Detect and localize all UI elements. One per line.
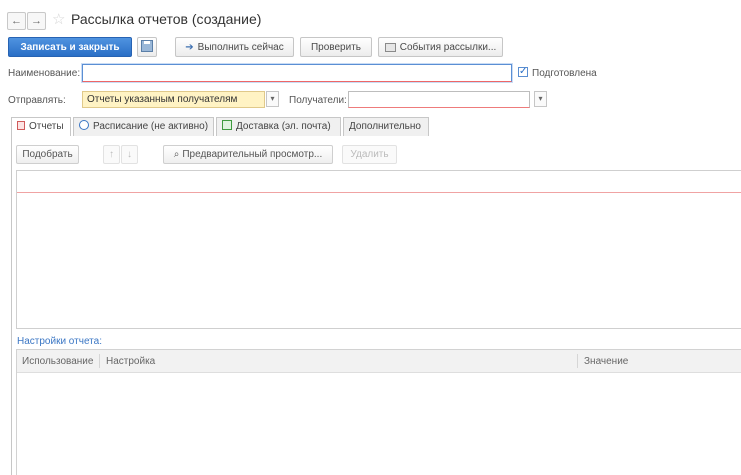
chevron-down-icon: ▾ bbox=[538, 94, 543, 103]
recipients-label: Получатели: bbox=[289, 95, 347, 106]
mailing-events-label: События рассылки... bbox=[399, 42, 497, 53]
run-now-label: Выполнить сейчас bbox=[197, 42, 284, 53]
tab-schedule[interactable]: Расписание (не активно) bbox=[73, 117, 214, 136]
delivery-icon bbox=[222, 120, 232, 131]
check-button[interactable]: Проверить bbox=[300, 37, 372, 57]
page-title: Рассылка отчетов (создание) bbox=[71, 11, 262, 27]
name-label: Наименование: bbox=[8, 68, 81, 79]
clock-icon bbox=[79, 120, 89, 131]
column-header-usage[interactable]: Использование bbox=[22, 356, 93, 367]
arrow-up-icon: ↑ bbox=[109, 149, 114, 160]
back-button[interactable]: ← bbox=[7, 12, 26, 30]
send-mode-select[interactable]: Отчеты указанным получателям bbox=[82, 91, 265, 108]
table-header: Использование Настройка Значение bbox=[17, 350, 741, 373]
tab-additional[interactable]: Дополнительно bbox=[343, 117, 429, 136]
save-button[interactable] bbox=[137, 37, 157, 57]
chevron-down-icon: ▾ bbox=[270, 94, 275, 103]
arrow-right-icon: → bbox=[31, 15, 42, 27]
pick-button[interactable]: Подобрать bbox=[16, 145, 79, 164]
move-down-button[interactable]: ↓ bbox=[121, 145, 138, 164]
report-settings-table[interactable]: Использование Настройка Значение bbox=[16, 349, 741, 475]
arrow-down-icon: ↓ bbox=[127, 149, 132, 160]
magnifier-icon: ⌕ bbox=[173, 149, 180, 160]
preview-button[interactable]: ⌕ Предварительный просмотр... bbox=[163, 145, 333, 164]
name-field[interactable] bbox=[82, 64, 512, 82]
tab-reports[interactable]: Отчеты bbox=[11, 117, 71, 137]
report-settings-label: Настройки отчета: bbox=[17, 336, 102, 347]
send-mode-dropdown-button[interactable]: ▾ bbox=[266, 91, 279, 107]
tab-schedule-label: Расписание (не активно) bbox=[93, 121, 209, 132]
mailing-events-button[interactable]: События рассылки... bbox=[378, 37, 503, 57]
report-icon bbox=[17, 120, 25, 130]
move-up-button[interactable]: ↑ bbox=[103, 145, 120, 164]
tab-reports-label: Отчеты bbox=[29, 121, 64, 132]
recipients-dropdown-button[interactable]: ▾ bbox=[534, 91, 547, 107]
column-divider bbox=[99, 354, 100, 368]
column-divider bbox=[577, 354, 578, 368]
arrow-right-icon: ➔ bbox=[185, 42, 194, 53]
list-icon bbox=[384, 42, 396, 52]
reports-table[interactable] bbox=[16, 170, 741, 329]
save-and-close-button[interactable]: Записать и закрыть bbox=[8, 37, 132, 57]
arrow-left-icon: ← bbox=[11, 15, 22, 27]
floppy-disk-icon bbox=[141, 40, 153, 53]
prepared-checkbox[interactable]: ✓ bbox=[518, 67, 528, 77]
checkmark-icon: ✓ bbox=[519, 66, 528, 77]
favorite-star-icon[interactable]: ☆ bbox=[52, 10, 65, 28]
column-header-value[interactable]: Значение bbox=[584, 356, 628, 367]
forward-button[interactable]: → bbox=[27, 12, 46, 30]
tab-additional-label: Дополнительно bbox=[349, 121, 421, 132]
recipients-field[interactable] bbox=[348, 91, 530, 108]
send-label: Отправлять: bbox=[8, 95, 66, 106]
preview-label: Предварительный просмотр... bbox=[182, 149, 323, 160]
tab-delivery[interactable]: Доставка (эл. почта) bbox=[216, 117, 341, 136]
tab-delivery-label: Доставка (эл. почта) bbox=[236, 121, 331, 132]
run-now-button[interactable]: ➔ Выполнить сейчас bbox=[175, 37, 294, 57]
prepared-label: Подготовлена bbox=[532, 68, 597, 79]
required-row-indicator bbox=[17, 192, 741, 193]
column-header-setting[interactable]: Настройка bbox=[106, 356, 155, 367]
delete-button[interactable]: Удалить bbox=[342, 145, 397, 164]
